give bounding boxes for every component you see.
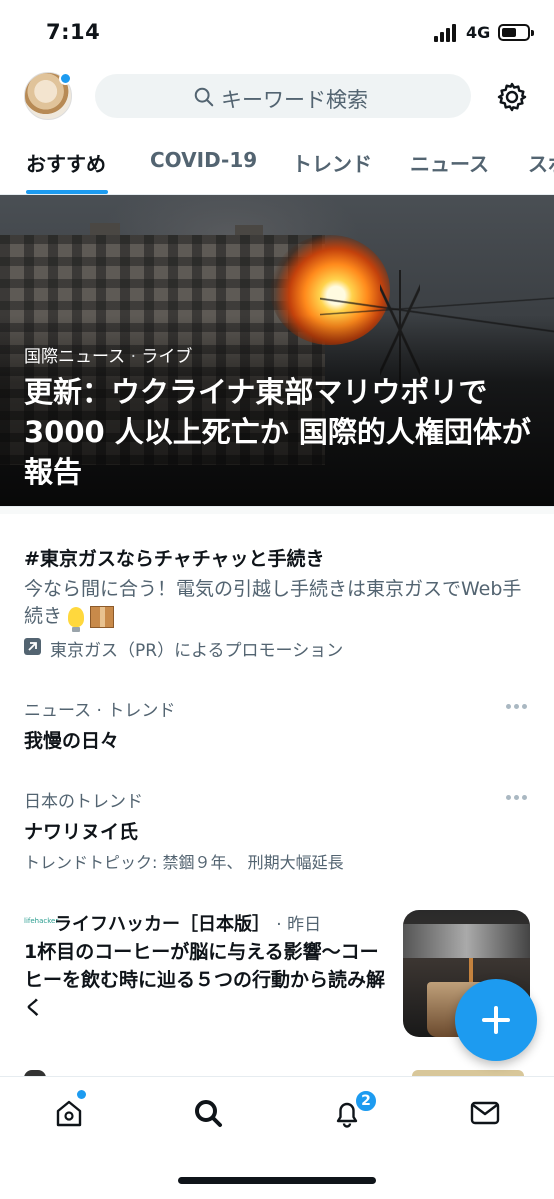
home-icon[interactable] — [53, 1097, 85, 1129]
more-options-icon[interactable] — [504, 702, 528, 710]
home-indicator[interactable] — [178, 1177, 376, 1184]
thumbnail-espresso-machine — [403, 924, 530, 958]
status-time: 7:14 — [46, 20, 101, 44]
tab-covid19[interactable]: COVID-19 — [150, 148, 257, 172]
promoted-by-label: 東京ガス（PR）によるプロモーション — [50, 641, 344, 661]
status-bar: 7:14 4G — [0, 0, 554, 64]
news-source-name: ライフハッカー［日本版］ — [54, 914, 270, 935]
news-headline[interactable]: 1杯目のコーヒーが脳に与える影響〜コーヒーを飲む時に辿る５つの行動から読み解く — [24, 938, 386, 1022]
trend-category: 日本のトレンド — [24, 792, 143, 812]
plus-icon — [494, 1006, 498, 1034]
gear-icon[interactable] — [496, 81, 528, 113]
source-logo: lifehacker — [24, 917, 59, 925]
promoted-trend-description: 今なら間に合う！電気の引越し手続きは東京ガスでWeb手続き — [24, 576, 524, 632]
hero-separator: · — [130, 347, 136, 367]
hero-meta: 国際ニュース · ライブ — [24, 342, 192, 367]
hero-live-status: ライブ — [141, 347, 193, 367]
avatar-notification-dot — [59, 72, 72, 85]
package-icon — [90, 605, 115, 628]
search-icon — [194, 87, 214, 107]
trend-title[interactable]: ナワリヌイ氏 — [24, 817, 138, 844]
section-divider — [0, 506, 554, 514]
tab-recommended[interactable]: おすすめ — [26, 148, 106, 177]
battery-icon — [498, 24, 534, 41]
hero-category: 国際ニュース — [24, 347, 126, 367]
tab-trends[interactable]: トレンド — [292, 148, 372, 177]
notification-badge: 2 — [354, 1089, 378, 1113]
compose-tweet-button[interactable] — [455, 979, 537, 1061]
search-placeholder: キーワード検索 — [221, 88, 368, 112]
explore-tabs: おすすめ COVID-19 トレンド ニュース スポ — [0, 140, 554, 194]
trend-title[interactable]: 我慢の日々 — [24, 726, 119, 753]
promoted-arrow-icon — [24, 638, 41, 655]
network-label: 4G — [466, 23, 491, 42]
hero-headline[interactable]: 更新：ウクライナ東部マリウポリで 3000 人以上死亡か 国際的人権団体が報告 — [24, 372, 534, 492]
home-unread-dot — [77, 1090, 86, 1099]
promoted-trend-title[interactable]: #東京ガスならチャチャッと手続き — [24, 544, 325, 571]
explore-screen: 7:14 4G キーワード検索 おすすめ COVID-19 トレンド ニュース … — [0, 0, 554, 1199]
search-icon[interactable] — [192, 1097, 224, 1129]
lightbulb-icon — [68, 606, 85, 632]
news-timestamp: · 昨日 — [276, 915, 322, 935]
mail-icon[interactable] — [469, 1097, 501, 1129]
tab-news[interactable]: ニュース — [410, 148, 489, 177]
news-source: ライフハッカー［日本版］ · 昨日 — [54, 910, 321, 936]
signal-icon — [434, 24, 460, 42]
trend-category: ニュース · トレンド — [24, 701, 176, 721]
tab-sports[interactable]: スポ — [528, 148, 554, 177]
trend-subtitle: トレンドトピック: 禁錮９年、 刑期大幅延長 — [24, 853, 344, 872]
more-options-icon[interactable] — [504, 793, 528, 801]
